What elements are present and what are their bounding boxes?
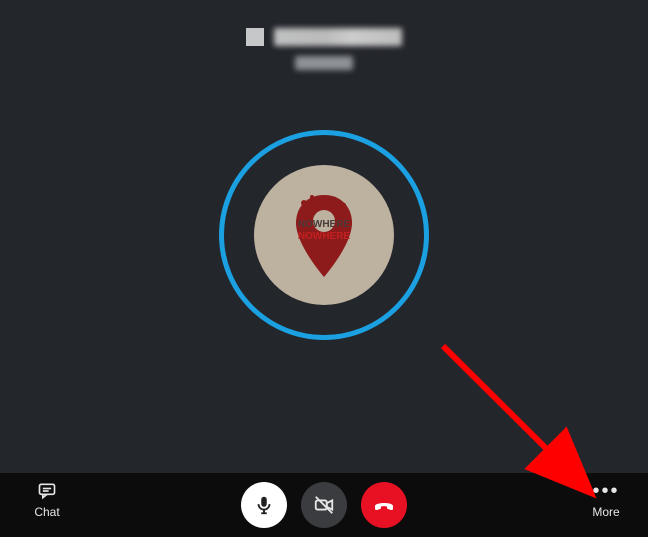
camera-off-button[interactable]: [301, 482, 347, 528]
microphone-button[interactable]: [241, 482, 287, 528]
avatar-text-line1: NOWHERE: [298, 219, 351, 230]
more-button[interactable]: ••• More: [582, 481, 630, 519]
contact-name-line: [0, 28, 648, 46]
avatar-text-line2: NOWHERE: [298, 231, 351, 242]
call-status-line: [0, 56, 648, 73]
contact-name: [274, 28, 402, 46]
contact-badge-icon: [246, 28, 264, 46]
avatar-image-icon: NOWHERE NOWHERE: [274, 185, 374, 285]
chat-button[interactable]: Chat: [22, 481, 72, 519]
chat-icon: [37, 481, 57, 501]
call-toolbar: Chat ••• More: [0, 473, 648, 537]
speaking-indicator-ring: NOWHERE NOWHERE: [219, 130, 429, 340]
call-status-text: [295, 56, 353, 70]
call-header: [0, 28, 648, 73]
more-label: More: [582, 505, 630, 519]
hangup-icon: [372, 493, 396, 517]
microphone-icon: [253, 494, 275, 516]
video-stage: NOWHERE NOWHERE: [0, 0, 648, 473]
more-icon: •••: [582, 481, 630, 501]
center-controls: [241, 482, 407, 528]
camera-off-icon: [313, 494, 335, 516]
chat-label: Chat: [22, 505, 72, 519]
end-call-button[interactable]: [361, 482, 407, 528]
contact-avatar: NOWHERE NOWHERE: [254, 165, 394, 305]
